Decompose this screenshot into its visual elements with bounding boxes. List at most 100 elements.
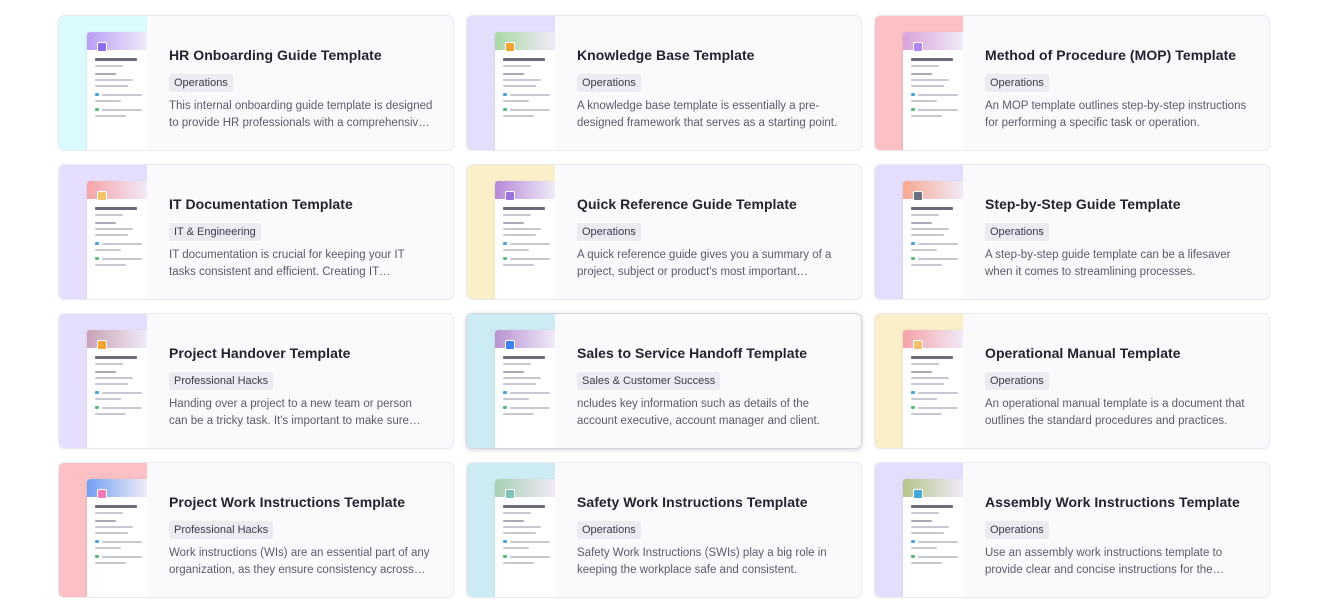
document-cover [495, 479, 555, 497]
manual-icon [913, 340, 923, 350]
template-description: A quick reference guide gives you a summ… [577, 249, 832, 278]
template-card[interactable]: Method of Procedure (MOP) Template Opera… [874, 15, 1270, 151]
server-icon [97, 191, 107, 201]
category-tag[interactable]: Operations [577, 223, 641, 241]
template-title[interactable]: Quick Reference Guide Template [577, 196, 843, 212]
document-preview [903, 32, 963, 150]
template-description: Handing over a project to a new team or … [169, 398, 412, 427]
template-title[interactable]: Project Work Instructions Template [169, 494, 435, 510]
document-cover [495, 181, 555, 199]
document-cover [495, 32, 555, 50]
template-card-body: Sales to Service Handoff Template Sales … [555, 314, 861, 448]
category-tag[interactable]: IT & Engineering [169, 223, 261, 241]
category-tag[interactable]: Operations [985, 223, 1049, 241]
shield-icon [505, 489, 515, 499]
document-preview-lines [87, 50, 147, 117]
category-tag[interactable]: Operations [985, 521, 1049, 539]
template-title[interactable]: HR Onboarding Guide Template [169, 47, 435, 63]
document-preview [87, 32, 147, 150]
document-preview-lines [495, 50, 555, 117]
document-preview-lines [903, 348, 963, 415]
template-card[interactable]: Sales to Service Handoff Template Sales … [466, 313, 862, 449]
template-title[interactable]: Project Handover Template [169, 345, 435, 361]
document-cover [903, 330, 963, 348]
template-thumbnail [59, 314, 147, 448]
document-preview-lines [903, 497, 963, 564]
document-preview-lines [495, 497, 555, 564]
template-card-body: Operational Manual Template Operations A… [963, 314, 1269, 448]
template-card[interactable]: Knowledge Base Template Operations A kno… [466, 15, 862, 151]
handshake-icon [97, 340, 107, 350]
document-preview [87, 181, 147, 299]
template-description: This internal onboarding guide template … [169, 100, 433, 129]
document-preview [903, 479, 963, 597]
category-tag[interactable]: Operations [577, 521, 641, 539]
template-title[interactable]: Assembly Work Instructions Template [985, 494, 1251, 510]
template-thumbnail [467, 314, 555, 448]
category-tag[interactable]: Sales & Customer Success [577, 372, 721, 390]
template-card-body: Assembly Work Instructions Template Oper… [963, 463, 1269, 597]
template-thumbnail [467, 16, 555, 150]
category-tag[interactable]: Operations [169, 74, 233, 92]
transfer-icon [505, 340, 515, 350]
template-thumbnail [875, 165, 963, 299]
document-preview [495, 479, 555, 597]
template-card[interactable]: Operational Manual Template Operations A… [874, 313, 1270, 449]
template-description: Use an assembly work instructions templa… [985, 547, 1223, 576]
template-card-body: Step-by-Step Guide Template Operations A… [963, 165, 1269, 299]
document-cover [87, 181, 147, 199]
template-title[interactable]: IT Documentation Template [169, 196, 435, 212]
template-card-body: HR Onboarding Guide Template Operations … [147, 16, 453, 150]
document-cover [495, 330, 555, 348]
template-thumbnail [59, 16, 147, 150]
template-description: Safety Work Instructions (SWIs) play a b… [577, 547, 827, 576]
template-title[interactable]: Knowledge Base Template [577, 47, 843, 63]
template-thumbnail [875, 16, 963, 150]
document-preview-lines [87, 497, 147, 564]
wrench-icon [913, 489, 923, 499]
template-title[interactable]: Method of Procedure (MOP) Template [985, 47, 1251, 63]
template-title[interactable]: Sales to Service Handoff Template [577, 345, 843, 361]
template-title[interactable]: Safety Work Instructions Template [577, 494, 843, 510]
document-preview [495, 330, 555, 448]
template-card[interactable]: Step-by-Step Guide Template Operations A… [874, 164, 1270, 300]
template-card-body: Quick Reference Guide Template Operation… [555, 165, 861, 299]
document-preview-lines [903, 199, 963, 266]
document-preview [903, 181, 963, 299]
document-preview [87, 330, 147, 448]
template-card[interactable]: Safety Work Instructions Template Operat… [466, 462, 862, 598]
template-card[interactable]: HR Onboarding Guide Template Operations … [58, 15, 454, 151]
document-preview [903, 330, 963, 448]
template-thumbnail [467, 165, 555, 299]
category-tag[interactable]: Professional Hacks [169, 521, 274, 539]
template-card-body: Project Work Instructions Template Profe… [147, 463, 453, 597]
template-card[interactable]: Assembly Work Instructions Template Oper… [874, 462, 1270, 598]
template-card[interactable]: Quick Reference Guide Template Operation… [466, 164, 862, 300]
clipboard-icon [97, 489, 107, 499]
category-tag[interactable]: Operations [985, 74, 1049, 92]
category-tag[interactable]: Operations [985, 372, 1049, 390]
template-card[interactable]: IT Documentation Template IT & Engineeri… [58, 164, 454, 300]
template-thumbnail [59, 463, 147, 597]
template-card-body: IT Documentation Template IT & Engineeri… [147, 165, 453, 299]
template-card-body: Knowledge Base Template Operations A kno… [555, 16, 861, 150]
template-description: IT documentation is crucial for keeping … [169, 249, 405, 278]
template-title[interactable]: Step-by-Step Guide Template [985, 196, 1251, 212]
document-preview [495, 181, 555, 299]
checklist-icon [913, 42, 923, 52]
document-cover [903, 181, 963, 199]
document-preview-lines [87, 199, 147, 266]
document-cover [903, 479, 963, 497]
steps-icon [913, 191, 923, 201]
template-card[interactable]: Project Work Instructions Template Profe… [58, 462, 454, 598]
template-description: An operational manual template is a docu… [985, 398, 1245, 427]
template-thumbnail [875, 463, 963, 597]
template-card-body: Safety Work Instructions Template Operat… [555, 463, 861, 597]
template-title[interactable]: Operational Manual Template [985, 345, 1251, 361]
template-card[interactable]: Project Handover Template Professional H… [58, 313, 454, 449]
phone-icon [97, 42, 107, 52]
category-tag[interactable]: Operations [577, 74, 641, 92]
template-description: Work instructions (WIs) are an essential… [169, 547, 430, 576]
category-tag[interactable]: Professional Hacks [169, 372, 274, 390]
template-description: An MOP template outlines step-by-step in… [985, 100, 1247, 129]
